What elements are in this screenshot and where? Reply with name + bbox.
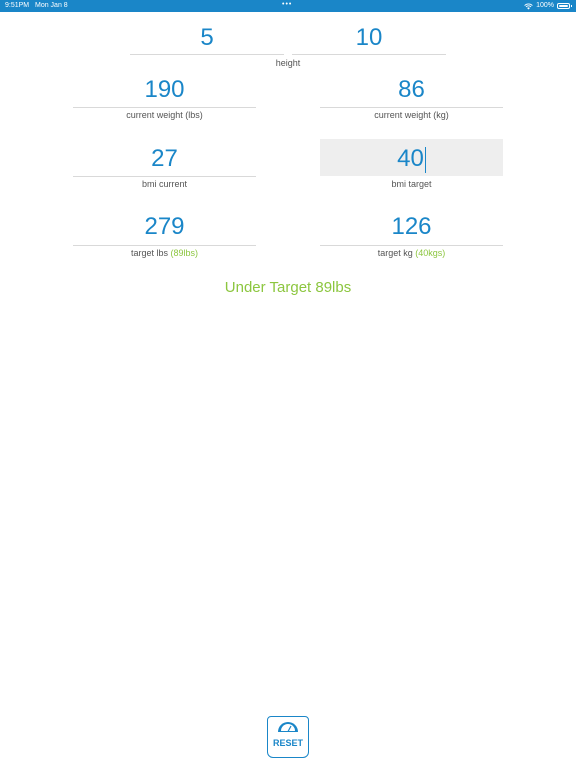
target-kg-diff: (40kgs) [415, 248, 446, 258]
current-weight-kg-underline [320, 107, 503, 108]
bmi-current-field[interactable]: 27 [73, 142, 256, 178]
height-feet-value: 5 [200, 24, 214, 51]
status-date: Mon Jan 8 [35, 2, 68, 9]
battery-percent: 100% [536, 2, 554, 9]
current-weight-lbs-label: current weight (lbs) [126, 110, 203, 120]
battery-icon [557, 3, 572, 9]
height-feet-underline [130, 54, 284, 55]
status-right: 100% [524, 0, 572, 12]
bmi-target-field[interactable]: 40 [320, 142, 503, 178]
bmi-current-label: bmi current [141, 179, 187, 189]
current-weight-kg-value: 86 [398, 76, 425, 103]
bmi-current-underline [73, 176, 256, 177]
target-kg-value: 126 [391, 213, 432, 240]
height-inches-underline [292, 54, 446, 55]
target-kg-label: target kg (40kgs) [320, 247, 503, 259]
target-kg-field[interactable]: 126 [320, 211, 503, 246]
target-lbs-label: target lbs (89lbs) [73, 247, 256, 259]
result-message: Under Target 89lbs [224, 279, 352, 296]
height-inches-field[interactable]: 10 [292, 22, 446, 56]
bmi-target-label: bmi target [391, 179, 432, 189]
reset-label: RESET [272, 738, 303, 748]
target-lbs-diff: (89lbs) [170, 248, 199, 258]
target-lbs-field[interactable]: 279 [73, 211, 256, 246]
status-bar: 9:51PM Mon Jan 8 ••• 100% [0, 0, 576, 12]
bmi-current-value: 27 [151, 145, 178, 172]
multitasking-dots-icon[interactable]: ••• [282, 0, 292, 11]
target-lbs-value: 279 [144, 213, 185, 240]
status-time: 9:51PM [5, 2, 30, 9]
target-lbs-underline [73, 245, 256, 246]
current-weight-lbs-value: 190 [144, 76, 185, 103]
reset-button[interactable]: RESET [267, 716, 309, 758]
target-kg-underline [320, 245, 503, 246]
wifi-icon [524, 3, 533, 9]
current-weight-kg-field[interactable]: 86 [320, 74, 503, 108]
target-kg-label-text: target kg [377, 248, 413, 258]
scale-icon [278, 722, 298, 732]
height-inches-value: 10 [355, 24, 383, 51]
bmi-target-value-wrap: 40 [320, 145, 503, 173]
text-cursor [424, 146, 426, 173]
height-label: height [275, 58, 301, 68]
bmi-calculator-screen: 9:51PM Mon Jan 8 ••• 100% 5 10 height 19… [0, 0, 576, 768]
current-weight-lbs-underline [73, 107, 256, 108]
height-feet-field[interactable]: 5 [130, 22, 284, 56]
bmi-target-value: 40 [397, 145, 424, 172]
current-weight-kg-label: current weight (kg) [374, 110, 449, 120]
current-weight-lbs-field[interactable]: 190 [73, 74, 256, 108]
target-lbs-label-text: target lbs [130, 248, 168, 258]
